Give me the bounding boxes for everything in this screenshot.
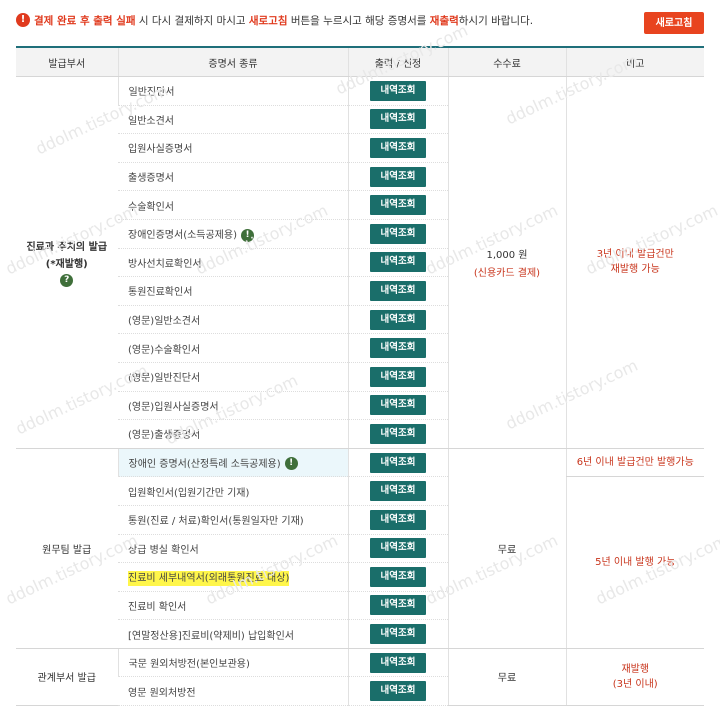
- fee-cell: 1,000 원 (신용카드 결제): [447, 76, 566, 449]
- cert-name: 상급 병실 확인서: [118, 534, 348, 564]
- view-history-button[interactable]: 내역조회: [370, 595, 426, 616]
- cert-name-with-info: 장애인 증명서(산정특례 소득공제용)!: [117, 448, 348, 478]
- view-history-button[interactable]: 내역조회: [370, 366, 426, 387]
- refresh-button[interactable]: 새로고침: [644, 12, 704, 34]
- notice-text-2: 버튼을 누르시고 해당 증명서를: [287, 15, 430, 27]
- cert-name: (영문)출생증명서: [118, 419, 348, 449]
- cert-name: 입원사실증명서: [118, 133, 348, 163]
- dept-cell-attending: 진료과 주치의 발급 (*재발행) ?: [16, 76, 118, 449]
- table-row: 입원확인서(입원기간만 기재) 내역조회 5년 이내 발행 가능: [16, 476, 704, 649]
- cert-name: (영문)일반소견서: [118, 305, 348, 335]
- notice-message: ! 결제 완료 후 출력 실패 시 다시 결제하지 마시고 새로고침 버튼을 누르…: [16, 10, 536, 32]
- view-history-button[interactable]: 내역조회: [370, 624, 426, 645]
- view-history-button[interactable]: 내역조회: [370, 395, 426, 416]
- cert-name: (영문)입원사실증명서: [118, 391, 348, 421]
- table-row: 관계부서 발급 국문 원외처방전(본인보관용) 내역조회 무료 재발행 (3년 …: [16, 648, 704, 706]
- cert-name: 일반진단서: [117, 76, 348, 106]
- note-cell: 재발행 (3년 이내): [565, 648, 704, 706]
- note-cell: 3년 이내 발급건만 재발행 가능: [565, 76, 704, 449]
- notice-emphasis-2: 새로고침: [248, 15, 288, 27]
- view-history-button[interactable]: 내역조회: [370, 423, 426, 444]
- fee-cell: 무료: [447, 448, 566, 649]
- cert-name: 진료비 확인서: [118, 591, 348, 621]
- view-history-button[interactable]: 내역조회: [370, 509, 426, 530]
- cert-name-highlighted: 진료비 세부내역서(외래통원진료 대상): [118, 562, 348, 592]
- view-history-button[interactable]: 내역조회: [370, 338, 426, 359]
- view-history-button[interactable]: 내역조회: [370, 223, 426, 244]
- cert-name-with-info: 장애인증명서(소득공제용)!: [118, 219, 348, 249]
- fee-amount: 1,000 원: [486, 249, 528, 261]
- cert-name: (영문)일반진단서: [118, 362, 348, 392]
- help-icon[interactable]: ?: [60, 273, 74, 287]
- cert-name: [연말정산용]진료비(약제비) 납입확인서: [118, 619, 348, 649]
- fee-cell: 무료: [447, 648, 566, 706]
- header-dept: 발급부서: [16, 46, 118, 77]
- dept-sublabel: (*재발행): [45, 258, 88, 270]
- view-history-button[interactable]: 내역조회: [370, 280, 426, 301]
- view-history-button[interactable]: 내역조회: [370, 481, 426, 502]
- view-history-button[interactable]: 내역조회: [370, 166, 426, 187]
- view-history-button[interactable]: 내역조회: [370, 195, 426, 216]
- info-icon[interactable]: !: [241, 228, 255, 242]
- header-action: 출력 / 신청: [347, 46, 448, 77]
- dept-cell-admin: 원무팀 발급: [16, 448, 118, 649]
- view-history-button[interactable]: 내역조회: [370, 566, 426, 587]
- header-note: 비고: [565, 46, 704, 77]
- cert-name: 영문 원외처방전: [118, 676, 348, 706]
- cert-name: 출생증명서: [118, 162, 348, 192]
- view-history-button[interactable]: 내역조회: [370, 109, 426, 130]
- info-icon[interactable]: !: [284, 457, 298, 471]
- view-history-button[interactable]: 내역조회: [370, 309, 426, 330]
- cert-name: 진료비 세부내역서(외래통원진료 대상): [128, 571, 290, 587]
- cert-name: 입원확인서(입원기간만 기재): [118, 476, 348, 506]
- cert-name: 방사선치료확인서: [118, 248, 348, 278]
- dept-label: 진료과 주치의 발급: [26, 241, 108, 253]
- cert-name: 장애인 증명서(산정특례 소득공제용): [128, 458, 281, 470]
- header-cert-type: 증명서 종류: [117, 46, 348, 77]
- cert-name: 통원(진료 / 처료)확인서(통원일자만 기재): [118, 505, 348, 535]
- view-history-button[interactable]: 내역조회: [370, 681, 426, 702]
- cert-name: 장애인증명서(소득공제용): [128, 230, 238, 242]
- view-history-button[interactable]: 내역조회: [370, 137, 426, 158]
- cert-name: 일반소견서: [118, 105, 348, 135]
- fee-method: (신용카드 결제): [473, 267, 541, 279]
- header-fee: 수수료: [447, 46, 566, 77]
- notice-text-3: 하시기 바랍니다.: [458, 15, 534, 27]
- cert-name: 국문 원외처방전(본인보관용): [117, 648, 348, 678]
- table-row: 원무팀 발급 장애인 증명서(산정특례 소득공제용)! 내역조회 무료 6년 이…: [16, 448, 704, 649]
- note-cell: 6년 이내 발급건만 발행가능: [565, 448, 704, 478]
- notice-emphasis-1: 결제 완료 후 출력 실패: [34, 15, 136, 27]
- view-history-button[interactable]: 내역조회: [370, 252, 426, 273]
- notice-emphasis-3: 재출력: [429, 15, 459, 27]
- view-history-button[interactable]: 내역조회: [370, 452, 426, 473]
- table-row: 진료과 주치의 발급 (*재발행) ? 일반진단서 내역조회 1,000 원 (…: [16, 76, 704, 449]
- alert-icon: !: [16, 13, 30, 27]
- view-history-button[interactable]: 내역조회: [370, 652, 426, 673]
- note-cell: 5년 이내 발행 가능: [565, 476, 704, 649]
- table-header-row: 발급부서 증명서 종류 출력 / 신청 수수료 비고: [16, 46, 704, 77]
- certificate-table: 발급부서 증명서 종류 출력 / 신청 수수료 비고 진료과 주치의 발급 (*…: [16, 46, 704, 706]
- cert-name: 통원진료확인서: [118, 276, 348, 306]
- cert-name: (영문)수술확인서: [118, 333, 348, 363]
- notice-text-1: 시 다시 결제하지 마시고: [135, 15, 249, 27]
- dept-cell-related: 관계부서 발급: [16, 648, 118, 706]
- view-history-button[interactable]: 내역조회: [370, 80, 426, 101]
- cert-name: 수술확인서: [118, 190, 348, 220]
- view-history-button[interactable]: 내역조회: [370, 538, 426, 559]
